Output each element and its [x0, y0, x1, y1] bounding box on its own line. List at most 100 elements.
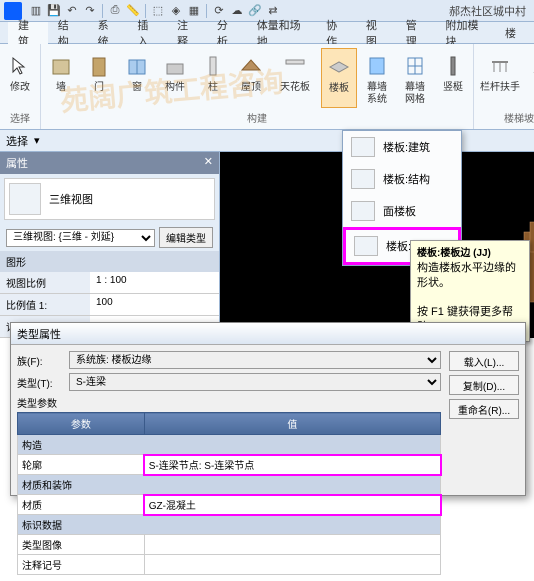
cat-identity: 标识数据: [18, 515, 441, 535]
roof-icon: [237, 52, 265, 80]
roof-button[interactable]: 屋顶: [233, 48, 269, 108]
type-row: 类型(T): S-连梁: [17, 373, 441, 391]
family-select[interactable]: 系统族: 楼板边缘: [69, 351, 441, 369]
cursor-icon: [6, 52, 34, 80]
curtain-grid-icon: [401, 52, 429, 80]
tab-annotate[interactable]: 注释: [167, 22, 207, 44]
separator: [145, 4, 146, 18]
cat-construct: 构造: [18, 435, 441, 455]
house-icon: [9, 183, 41, 215]
window-button[interactable]: 窗: [119, 48, 155, 108]
tooltip-title: 楼板:楼板边 (JJ): [417, 248, 491, 259]
floor-face-icon: [351, 201, 375, 221]
ceiling-icon: [281, 52, 309, 80]
tooltip-desc: 构造楼板水平边缘的形状。: [417, 262, 516, 289]
type-preview: 三维视图: [4, 178, 215, 220]
column-icon: [199, 52, 227, 80]
tab-insert[interactable]: 插入: [127, 22, 167, 44]
properties-header: 属性 ✕: [0, 152, 219, 174]
menu-floor-arch[interactable]: 楼板:建筑: [343, 131, 461, 163]
tab-systems[interactable]: 系统: [88, 22, 128, 44]
dropdown-arrow-icon[interactable]: ▾: [34, 134, 40, 147]
curtain-grid-button[interactable]: 幕墙 网格: [397, 48, 433, 108]
load-button[interactable]: 载入(L)...: [449, 351, 519, 371]
type-selector-row: 三维视图: {三维 - 刘延} 编辑类型: [0, 224, 219, 251]
floor-edge-icon: [354, 236, 378, 256]
mullion-icon: [439, 52, 467, 80]
column-button[interactable]: 柱: [195, 48, 231, 108]
tab-massing[interactable]: 体量和场地: [247, 22, 316, 44]
family-row: 族(F): 系统族: 楼板边缘: [17, 351, 441, 369]
wall-button[interactable]: 墙: [43, 48, 79, 108]
type-select[interactable]: S-连梁: [69, 373, 441, 391]
row-image: 类型图像: [18, 535, 441, 555]
profile-value[interactable]: S-连梁节点: S-连梁节点: [144, 455, 440, 475]
properties-title: 属性: [6, 155, 28, 171]
separator: [102, 4, 103, 18]
curtain-system-button[interactable]: 幕墙 系统: [359, 48, 395, 108]
row-material: 材质GZ-混凝土: [18, 495, 441, 515]
ribbon-group-select: 修改 选择: [0, 44, 41, 129]
dialog-titlebar[interactable]: 类型属性: [11, 323, 525, 345]
col-param: 参数: [18, 413, 145, 435]
ceiling-button[interactable]: 天花板: [271, 48, 319, 108]
prop-row-scalevalue: 比例值 1:100: [0, 294, 219, 316]
tab-collab[interactable]: 协作: [316, 22, 356, 44]
group-label-build: 构建: [247, 108, 267, 127]
floor-struct-icon: [351, 169, 375, 189]
floor-button[interactable]: 楼板: [321, 48, 357, 108]
ribbon-tabs: 建筑 结构 系统 插入 注释 分析 体量和场地 协作 视图 管理 附加模块 楼: [0, 22, 534, 44]
cat-material: 材质和装饰: [18, 475, 441, 495]
floor-arch-icon: [351, 137, 375, 157]
floor-icon: [325, 53, 353, 81]
ribbon-group-circ: 栏杆扶手 坡 楼梯坡: [474, 44, 534, 129]
tab-view[interactable]: 视图: [356, 22, 396, 44]
door-icon: [85, 52, 113, 80]
tab-architecture[interactable]: 建筑: [8, 22, 48, 44]
view-type-label: 三维视图: [49, 191, 93, 207]
row-note: 注释记号: [18, 555, 441, 575]
tab-structure[interactable]: 结构: [48, 22, 88, 44]
ribbon: 修改 选择 墙 门 窗 构件 柱 屋顶 天花板 楼板 幕墙 系统 幕墙 网格 竖…: [0, 44, 534, 130]
prop-row-scale: 视图比例1 : 100: [0, 272, 219, 294]
menu-floor-struct[interactable]: 楼板:结构: [343, 163, 461, 195]
tab-addins[interactable]: 附加模块: [435, 22, 495, 44]
ramp-button[interactable]: 坡: [526, 48, 534, 108]
param-header: 类型参数: [17, 395, 441, 410]
redo-icon[interactable]: ↷: [82, 3, 98, 19]
menu-floor-face[interactable]: 面楼板: [343, 195, 461, 227]
ramp-icon: [530, 52, 534, 80]
curtain-system-icon: [363, 52, 391, 80]
row-profile: 轮廓S-连梁节点: S-连梁节点: [18, 455, 441, 475]
type-selector[interactable]: 三维视图: {三维 - 刘延}: [6, 229, 155, 247]
window-icon: [123, 52, 151, 80]
section-graphics: 图形: [0, 251, 219, 272]
modify-button[interactable]: 修改: [2, 48, 38, 108]
ribbon-group-build: 墙 门 窗 构件 柱 屋顶 天花板 楼板 幕墙 系统 幕墙 网格 竖梃 构建: [41, 44, 474, 129]
close-icon[interactable]: ✕: [204, 155, 213, 171]
component-button[interactable]: 构件: [157, 48, 193, 108]
select-label: 选择: [6, 133, 28, 149]
col-value: 值: [144, 413, 440, 435]
group-label-circ: 楼梯坡: [504, 108, 534, 127]
tab-stair[interactable]: 楼: [495, 22, 526, 44]
separator: [206, 4, 207, 18]
type-properties-dialog: 类型属性 族(F): 系统族: 楼板边缘 类型(T): S-连梁 类型参数 参数…: [10, 322, 526, 496]
duplicate-button[interactable]: 复制(D)...: [449, 375, 519, 395]
group-label-select: 选择: [10, 108, 30, 127]
railing-icon: [486, 52, 514, 80]
door-button[interactable]: 门: [81, 48, 117, 108]
tab-manage[interactable]: 管理: [396, 22, 436, 44]
wall-icon: [47, 52, 75, 80]
type-label: 类型(T):: [17, 375, 65, 390]
railing-button[interactable]: 栏杆扶手: [476, 48, 524, 108]
material-value[interactable]: GZ-混凝土: [144, 495, 440, 515]
component-icon: [161, 52, 189, 80]
edit-type-button[interactable]: 编辑类型: [159, 227, 213, 248]
dialog-buttons: 载入(L)... 复制(D)... 重命名(R)...: [449, 351, 519, 575]
family-label: 族(F):: [17, 353, 65, 368]
mullion-button[interactable]: 竖梃: [435, 48, 471, 108]
tab-analyze[interactable]: 分析: [207, 22, 247, 44]
rename-button[interactable]: 重命名(R)...: [449, 399, 519, 419]
param-table: 参数值 构造 轮廓S-连梁节点: S-连梁节点 材质和装饰 材质GZ-混凝土 标…: [17, 412, 441, 575]
